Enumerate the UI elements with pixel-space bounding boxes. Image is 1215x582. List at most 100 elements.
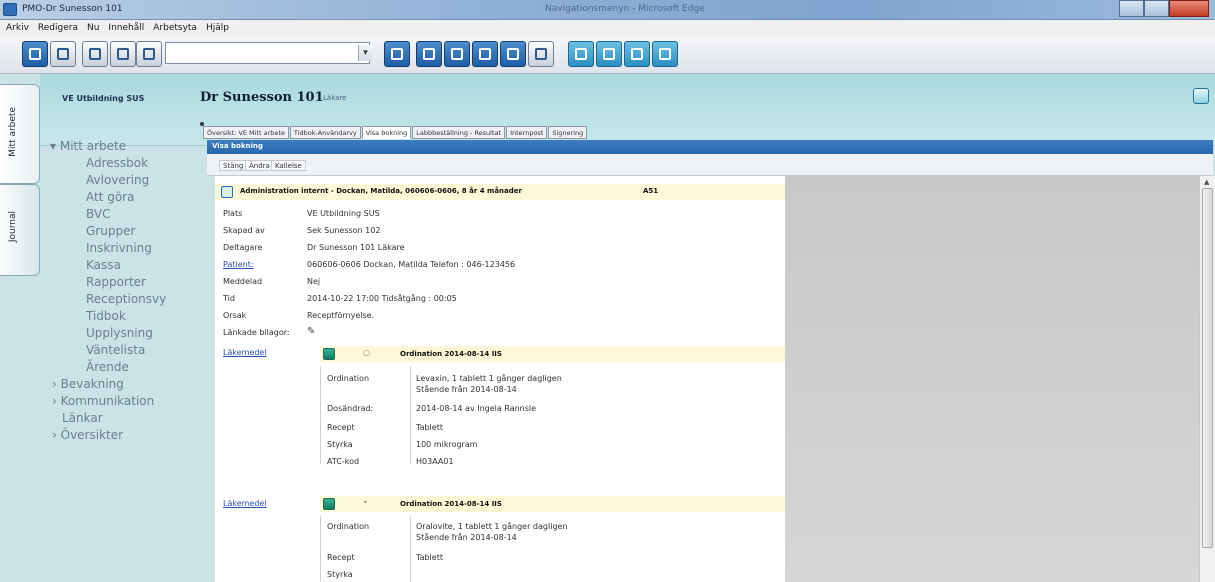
field-value-meddelad: Nej [307, 277, 321, 286]
lakemedel-link-1[interactable]: Läkemedel [223, 348, 267, 357]
edit-booking-button[interactable]: Ändra [245, 160, 274, 171]
field-label-plats: Plats [223, 209, 243, 218]
nav-oversikter[interactable]: › Översikter [52, 428, 123, 442]
menu-nu[interactable]: Nu [87, 23, 99, 33]
med1-label-styrka: Styrka [327, 440, 353, 449]
close-button[interactable] [1169, 0, 1209, 17]
booking-header: Administration internt - Dockan, Matilda… [215, 184, 785, 200]
tab-mitt-arbete-label: Mitt arbete [8, 107, 18, 157]
nav-item-rapporter[interactable]: Rapporter [86, 275, 146, 289]
tab-labb[interactable]: Labbbeställning - Resultat [412, 126, 506, 139]
med2-value-staende: Stående från 2014-08-14 [416, 533, 517, 542]
divider [320, 516, 321, 582]
med1-value-ordination: Levaxin, 1 tablett 1 gånger dagligen [416, 374, 562, 383]
med1-label-dosandrad: Dosändrad: [327, 404, 374, 413]
nav-item-bvc[interactable]: BVC [86, 207, 110, 221]
save-icon[interactable] [82, 41, 108, 67]
nav-kommunikation[interactable]: › Kommunikation [52, 394, 154, 408]
mail-icon[interactable] [568, 41, 594, 67]
nav-item-inskrivning[interactable]: Inskrivning [86, 241, 152, 255]
scroll-up-icon[interactable]: ▲ [1204, 178, 1209, 186]
menu-arbetsyta[interactable]: Arbetsyta [153, 23, 197, 33]
doctor-name: Dr Sunesson 101 [200, 90, 324, 105]
tiles-icon[interactable] [444, 41, 470, 67]
menu-redigera[interactable]: Redigera [38, 23, 78, 33]
columns-icon[interactable] [472, 41, 498, 67]
tab-internpost[interactable]: Internpost [506, 126, 548, 139]
med1-value-recept: Tablett [416, 423, 443, 432]
pane-title: Visa bokning [207, 140, 1213, 154]
field-value-patient: 060606-0606 Dockan, Matilda Telefon : 04… [307, 260, 516, 269]
pane-toolbar: Stäng Ändra Kallelse [207, 154, 1213, 176]
calendar-icon[interactable] [596, 41, 622, 67]
tab-signering[interactable]: Signering [548, 126, 588, 139]
menu-arkiv[interactable]: Arkiv [6, 23, 29, 33]
paperclip-icon[interactable]: ✎ [307, 326, 315, 337]
new-document-icon[interactable] [22, 41, 48, 67]
medication-icon[interactable] [323, 498, 335, 510]
lakemedel-link-2[interactable]: Läkemedel [223, 499, 267, 508]
patient-link[interactable]: Patient: [223, 260, 254, 269]
unit-label: VE Utbildning SUS [62, 94, 145, 103]
nav-item-avlovering[interactable]: Avlovering [86, 173, 149, 187]
calculator-icon[interactable] [652, 41, 678, 67]
copy-icon[interactable] [136, 41, 162, 67]
nav-mitt-arbete[interactable]: ▾ Mitt arbete [50, 139, 126, 153]
nav-item-upplysning[interactable]: Upplysning [86, 326, 153, 340]
nav-item-receptionsvy[interactable]: Receptionsvy [86, 292, 166, 306]
tab-mitt-arbete[interactable]: Mitt arbete [0, 84, 40, 184]
field-value-skapad: Sek Sunesson 102 [307, 226, 381, 235]
med2-label-recept: Recept [327, 553, 355, 562]
nav-bevakning[interactable]: › Bevakning [52, 377, 124, 391]
scrollbar-thumb[interactable] [1202, 188, 1213, 548]
print-icon[interactable] [110, 41, 136, 67]
medication-icon[interactable] [323, 348, 335, 360]
nav-item-tidbok[interactable]: Tidbok [86, 309, 126, 323]
tab-oversikt[interactable]: Översikt: VE Mitt arbete [203, 126, 289, 139]
window-icon[interactable] [528, 41, 554, 67]
divider [410, 366, 411, 464]
tab-visa-bokning[interactable]: Visa bokning [361, 126, 412, 139]
grid-view-icon[interactable] [416, 41, 442, 67]
minimize-button[interactable] [1119, 0, 1144, 17]
help-icon[interactable] [1193, 88, 1209, 104]
tab-journal[interactable]: Journal [0, 184, 40, 276]
vertical-scrollbar[interactable]: ▲ [1199, 176, 1215, 582]
maximize-button[interactable] [1144, 0, 1169, 17]
divider [320, 366, 321, 464]
chart-icon[interactable] [624, 41, 650, 67]
close-document-icon[interactable] [50, 41, 76, 67]
radio-icon[interactable]: ○ [363, 348, 370, 357]
window-center-text: Navigationsmenyn - Microsoft Edge [545, 4, 705, 14]
nav-item-arende[interactable]: Ärende [86, 360, 129, 374]
booking-header-text: Administration internt - Dockan, Matilda… [240, 187, 522, 195]
nav-item-adressbok[interactable]: Adressbok [86, 156, 148, 170]
doctor-role: Läkare [323, 94, 347, 102]
menu-innehall[interactable]: Innehåll [108, 23, 144, 33]
tab-journal-label: Journal [8, 211, 18, 243]
field-value-orsak: Receptförnyelse. [307, 311, 375, 320]
nav-lankar[interactable]: Länkar [62, 411, 103, 425]
nav-item-vantelista[interactable]: Väntelista [86, 343, 145, 357]
field-value-tid: 2014-10-22 17:00 Tidsåtgång : 00:05 [307, 294, 457, 303]
tab-tidbok[interactable]: Tidbok-Användarvy [289, 126, 361, 139]
refresh-icon[interactable] [384, 41, 410, 67]
patient-combo[interactable]: ▾ [165, 42, 372, 64]
field-label-meddelad: Meddelad [223, 277, 263, 286]
nav-item-kassa[interactable]: Kassa [86, 258, 121, 272]
nav-oversikter-label: Översikter [60, 428, 124, 442]
kallelse-button[interactable]: Kallelse [271, 160, 306, 171]
nav-item-grupper[interactable]: Grupper [86, 224, 135, 238]
chevron-down-icon[interactable]: ▾ [358, 45, 372, 61]
collapse-icon[interactable] [221, 186, 233, 198]
document-tabs: Översikt: VE Mitt arbete Tidbok-Användar… [203, 126, 588, 139]
field-label-tid: Tid [223, 294, 235, 303]
main-toolbar: ▾ [0, 36, 1215, 74]
dot-icon[interactable]: • [363, 498, 368, 507]
nav-item-att-gora[interactable]: Att göra [86, 190, 134, 204]
booking-code: A51 [643, 187, 659, 195]
rows-icon[interactable] [500, 41, 526, 67]
booking-document: Administration internt - Dockan, Matilda… [215, 176, 785, 582]
close-booking-button[interactable]: Stäng [219, 160, 248, 171]
menu-hjalp[interactable]: Hjälp [206, 23, 229, 33]
